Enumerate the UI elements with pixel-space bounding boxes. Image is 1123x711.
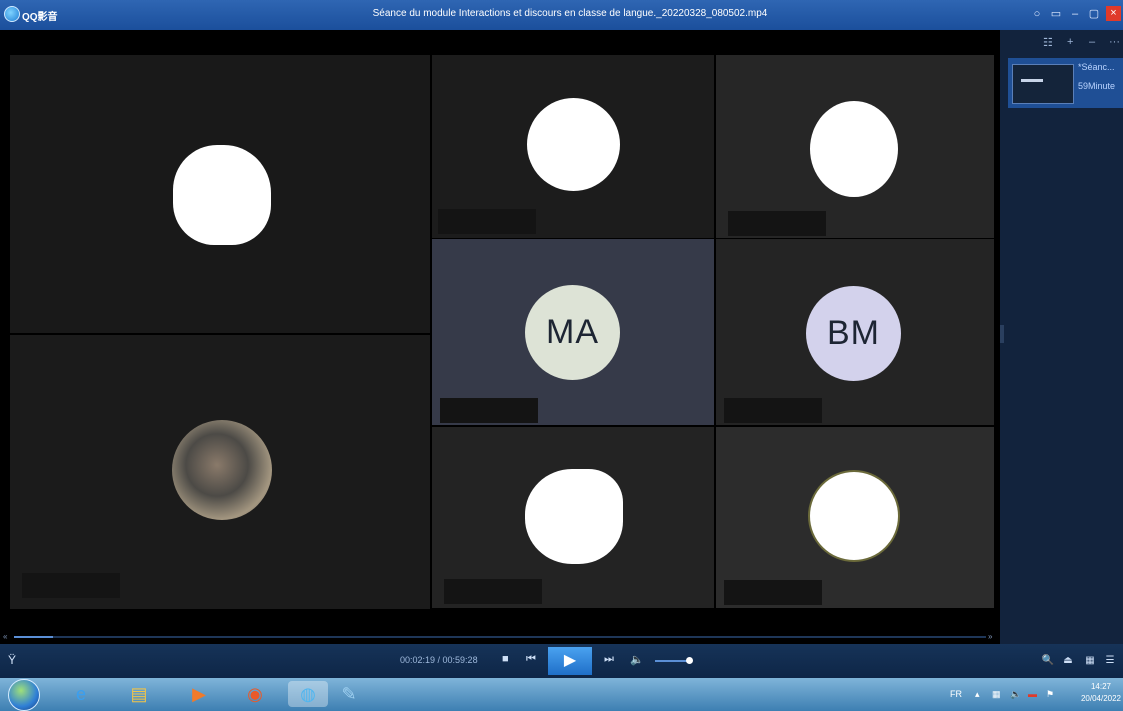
volume-icon[interactable]: 🔈 xyxy=(630,653,644,666)
participant-photo xyxy=(172,420,272,520)
add-icon[interactable]: + xyxy=(1067,36,1073,48)
playlist-item-title: *Séanc... xyxy=(1078,62,1115,72)
speaker-icon[interactable]: 🔈 xyxy=(1010,689,1021,700)
language-indicator[interactable]: FR xyxy=(950,689,962,699)
participant-name-bar xyxy=(438,209,536,234)
player-controls: Ÿ 00:02:19 / 00:59:28 ■ ⏮ ▶ ⏭ 🔈 🔍 ⏏ ▦ ☰ xyxy=(0,644,1123,678)
playback-time: 00:02:19 / 00:59:28 xyxy=(400,655,478,665)
participant-tile xyxy=(10,55,430,333)
participant-tile xyxy=(716,427,994,608)
pin-icon[interactable]: ▭ xyxy=(1050,8,1062,20)
more-icon[interactable]: ··· xyxy=(1109,36,1120,48)
remove-icon[interactable]: – xyxy=(1089,36,1095,48)
filter-icon[interactable]: Ÿ xyxy=(8,653,16,667)
close-button[interactable]: × xyxy=(1106,6,1121,21)
seek-bar[interactable]: « » xyxy=(0,630,1000,644)
qq-player-taskbar-icon[interactable]: ◍ xyxy=(288,681,328,707)
participant-photo-redacted xyxy=(810,101,898,197)
seek-progress-fill xyxy=(14,636,53,638)
clock-date: 20/04/2022 xyxy=(1080,694,1122,703)
participant-tile xyxy=(432,55,714,238)
mini-mode-icon[interactable]: ○ xyxy=(1031,8,1043,20)
participant-name-bar xyxy=(444,579,542,604)
maximize-button[interactable]: ▢ xyxy=(1088,8,1100,20)
window-title: Séance du module Interactions et discour… xyxy=(372,8,768,19)
playlist-item-duration: 59Minute xyxy=(1078,81,1116,91)
file-explorer-icon[interactable]: ▤ xyxy=(124,681,154,707)
toolbox-icon[interactable]: ▦ xyxy=(1083,654,1097,668)
next-button[interactable]: ⏭ xyxy=(604,653,614,666)
action-center-flag-icon[interactable]: ⚑ xyxy=(1046,689,1054,700)
playlist-view-icon[interactable]: ☷ xyxy=(1043,36,1053,49)
app-name: QQ影音 xyxy=(22,12,58,23)
playlist-toggle-icon[interactable]: ☰ xyxy=(1103,654,1117,668)
previous-button[interactable]: ⏮ xyxy=(526,653,536,666)
playlist-item[interactable]: *Séanc... 59Minute xyxy=(1008,58,1123,108)
participant-avatar-ma: MA xyxy=(525,285,620,380)
participant-photo-redacted xyxy=(173,145,271,245)
eject-icon[interactable]: ⏏ xyxy=(1061,654,1075,668)
paint-icon[interactable]: ✎ xyxy=(334,681,364,707)
participant-photo-redacted xyxy=(527,98,620,191)
title-bar: QQ影音 Séance du module Interactions et di… xyxy=(0,0,1123,30)
start-button[interactable] xyxy=(8,679,40,711)
windows-taskbar: e ▤ ▶ ◉ ◍ ✎ FR ▴ ▦ 🔈 ▬ ⚑ 14:27 20/04/202… xyxy=(0,678,1123,711)
battery-icon[interactable]: ▬ xyxy=(1028,689,1037,699)
volume-slider[interactable] xyxy=(655,660,689,662)
volume-knob[interactable] xyxy=(686,657,693,664)
participant-name-bar xyxy=(22,573,120,598)
panel-collapse-handle[interactable] xyxy=(1000,325,1004,343)
play-button[interactable]: ▶ xyxy=(548,647,592,675)
internet-explorer-icon[interactable]: e xyxy=(66,681,96,707)
qq-player-logo-icon xyxy=(4,6,20,22)
show-hidden-icons-icon[interactable]: ▴ xyxy=(975,689,980,700)
seek-start-icon: « xyxy=(3,632,8,641)
participant-photo-redacted xyxy=(525,469,623,564)
video-area[interactable]: MA BM xyxy=(0,30,1000,644)
search-icon[interactable]: 🔍 xyxy=(1041,654,1055,668)
chrome-icon[interactable]: ◉ xyxy=(240,681,270,707)
clock-time: 14:27 xyxy=(1090,682,1112,691)
participant-name-bar xyxy=(440,398,538,423)
video-thumbnail xyxy=(1012,64,1074,104)
participant-tile: BM xyxy=(716,239,994,425)
participant-tile xyxy=(10,335,430,609)
participant-avatar-bm: BM xyxy=(806,286,901,381)
system-clock[interactable]: 14:27 20/04/2022 xyxy=(1080,681,1122,705)
seek-end-icon: » xyxy=(988,632,993,641)
participant-photo-redacted xyxy=(810,472,898,560)
media-player-icon[interactable]: ▶ xyxy=(184,681,214,707)
stop-button[interactable]: ■ xyxy=(502,653,509,665)
minimize-button[interactable]: – xyxy=(1069,8,1081,20)
participant-name-bar xyxy=(724,580,822,605)
participant-tile xyxy=(432,427,714,608)
participant-tile xyxy=(716,55,994,238)
network-icon[interactable]: ▦ xyxy=(992,689,1001,700)
participant-tile-active-speaker: MA xyxy=(432,239,714,425)
seek-track[interactable] xyxy=(14,636,986,638)
participant-name-bar xyxy=(724,398,822,423)
playlist-panel: ☷ + – ··· *Séanc... 59Minute xyxy=(1000,30,1123,644)
participant-name-bar xyxy=(728,211,826,236)
